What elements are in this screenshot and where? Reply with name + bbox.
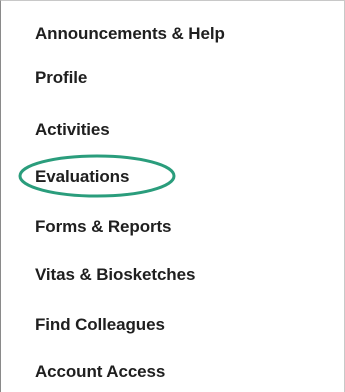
sidebar-item-vitas-biosketches[interactable]: Vitas & Biosketches [35,264,195,286]
sidebar-item-account-access[interactable]: Account Access [35,361,165,383]
sidebar-item-announcements-help[interactable]: Announcements & Help [35,23,225,45]
sidebar-item-activities[interactable]: Activities [35,119,110,141]
sidebar-item-profile[interactable]: Profile [35,67,87,89]
sidebar-item-evaluations[interactable]: Evaluations [35,166,129,188]
sidebar-item-forms-reports[interactable]: Forms & Reports [35,216,172,238]
sidebar-item-find-colleagues[interactable]: Find Colleagues [35,314,165,336]
sidebar-menu: Announcements & Help Profile Activities … [0,0,345,392]
